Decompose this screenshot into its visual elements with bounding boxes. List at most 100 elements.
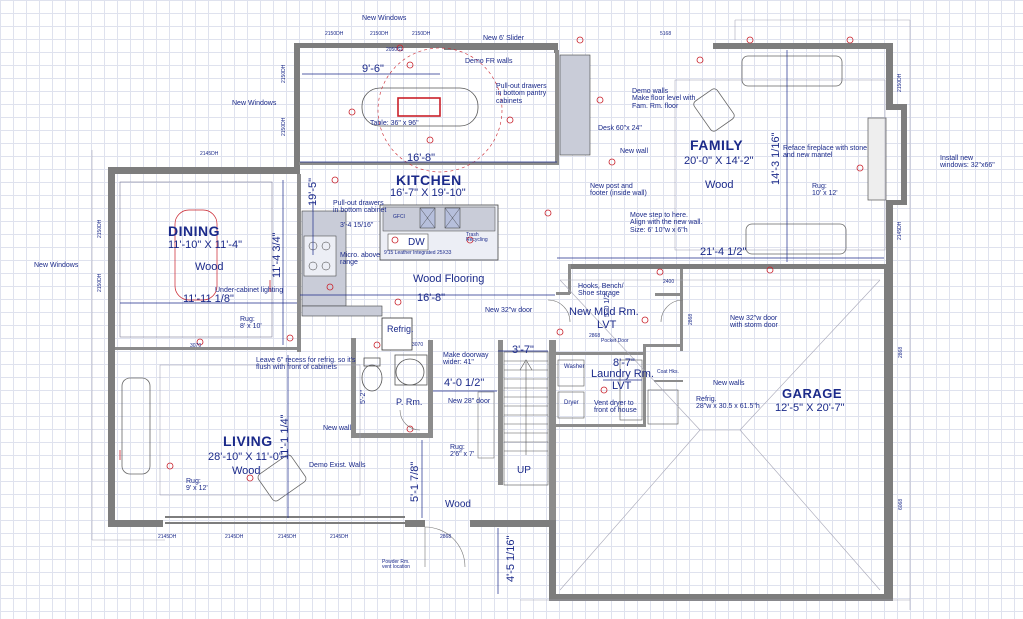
label-pocket-door: Pocket Door <box>601 338 629 344</box>
label-dryer: Dryer <box>564 400 579 406</box>
window-tag: 2145DH <box>330 534 349 540</box>
window-tag: 2150DH <box>897 73 903 92</box>
window-tag: 2150DH <box>281 117 287 136</box>
note-new-walls-laundry: New walls <box>713 380 745 387</box>
stairs <box>477 351 549 486</box>
door-tag: 2868 <box>898 346 904 358</box>
room-size-living: 28'-10" X 11'-0" <box>208 451 283 463</box>
note-rug-hall: Rug: 2'6" x 7' <box>450 444 475 459</box>
dining-table <box>119 181 273 338</box>
note-rug-living: Rug: 9' x 12' <box>186 478 208 493</box>
room-name-family: FAMILY <box>690 137 744 153</box>
room-floor-mud: LVT <box>597 319 617 331</box>
dim-dining-height: 11'-4 3/4" <box>271 232 283 278</box>
room-name-refrig: Refrig. <box>387 324 414 334</box>
window-tag: 2150DH <box>281 64 287 83</box>
window-tag: 2145DH <box>158 534 177 540</box>
note-powder-vent: Powder Rm. vent location <box>382 559 411 571</box>
window-tag: 5168 <box>660 31 672 37</box>
label-sink: 9'15 Leather Integrated 25X33 <box>384 250 452 256</box>
window-tag: 2145DH <box>200 151 219 157</box>
note-new-slider: New 6' Slider <box>483 35 525 42</box>
note-new-windows-left2: New Windows <box>34 262 79 269</box>
dim-laundry-width: 8'-7" <box>613 357 635 369</box>
dim-hall-height: 5'-1 7/8" <box>409 461 421 502</box>
note-rug-family: Rug: 10' x 12' <box>812 183 838 198</box>
room-size-dining: 11'-10" X 11'-4" <box>168 239 242 251</box>
room-name-laundry: Laundry Rm. <box>591 368 654 380</box>
note-new-wall-living: New wall <box>323 425 352 432</box>
note-desk: Desk 60"x 24" <box>598 125 642 132</box>
note-new-32-door: New 32"w door <box>485 307 533 314</box>
dim-kitchen-table-width: 9'-6" <box>362 63 384 75</box>
window-tag: 2150DH <box>412 31 431 37</box>
note-new-windows-left1: New Windows <box>232 100 277 107</box>
window-tag: 2150DH <box>370 31 389 37</box>
door-tag: 2868 <box>440 534 452 540</box>
door-tag: 3070 <box>412 342 424 348</box>
dim-family-width: 21'-4 1/2" <box>700 246 747 258</box>
dim-entry-height: 4'-5 1/16" <box>505 535 517 582</box>
dim-dining-width: 11'-11 1/8" <box>183 293 234 305</box>
note-new-windows-top: New Windows <box>362 15 407 22</box>
room-floor-dining: Wood <box>195 261 224 273</box>
note-under-cab: Under-cabinet lighting <box>215 287 284 294</box>
room-name-living: LIVING <box>223 433 273 449</box>
dim-living-height: 11'-1 1/4" <box>279 414 291 460</box>
room-size-kitchen: 16'-7" X 19'-10" <box>390 187 466 199</box>
door-tag: 2868 <box>688 313 694 325</box>
window-tag: 2150DH <box>325 31 344 37</box>
room-name-dw: DW <box>408 237 425 248</box>
dim-family-height: 14'-3 1/16" <box>770 132 782 186</box>
room-floor-kitchen: Wood Flooring <box>413 273 485 285</box>
note-hooks: Hooks, Bench/ Shoe storage <box>578 283 624 298</box>
room-size-family: 20'-0" X 14'-2" <box>684 155 754 167</box>
label-coat-hooks: Coat Hks. <box>657 369 679 375</box>
dim-hall-width: 4'-0 1/2" <box>444 377 485 389</box>
note-table: Table: 36" x 96" <box>370 120 419 127</box>
door-tag: 2400 <box>663 279 675 285</box>
note-reface: Reface fireplace with stone and new mant… <box>783 145 868 160</box>
note-new-28-door: New 28" door <box>448 398 491 405</box>
note-leave-recess: Leave 6" recess for refrig. so it's flus… <box>256 357 356 372</box>
dim-cabinet: 3'-4 15/16" <box>340 222 374 229</box>
window-tag: 2145DH <box>897 221 903 240</box>
note-rug-dining: Rug: 8' x 10' <box>240 316 262 331</box>
window-tag: 2145DH <box>225 534 244 540</box>
room-name-garage: GARAGE <box>782 386 843 401</box>
label-gfci: GFCI <box>393 214 405 220</box>
note-new-wall-kitchen: New wall <box>620 148 649 155</box>
room-name-powder: P. Rm. <box>396 397 423 407</box>
dim-kitchen-bottom: 16'-8" <box>417 292 446 304</box>
note-demo-exist: Demo Exist. Walls <box>309 462 366 469</box>
room-size-garage: 12'-5" X 20'-7" <box>775 402 845 414</box>
dim-kitchen-side: 19'-5" <box>307 177 319 206</box>
stairs-up-label: UP <box>517 465 531 476</box>
door-tag: 3070 <box>190 343 202 349</box>
note-micro: Micro. above range <box>340 252 381 267</box>
label-washer: Washer <box>564 364 585 370</box>
note-move-step: Move step to here. Align with the new wa… <box>630 212 703 234</box>
note-pullout-bottom: Pull-out drawers in bottom cabinet <box>333 200 387 215</box>
powder-fixtures <box>361 354 428 392</box>
window-tag: 2145DH <box>278 534 297 540</box>
note-vent-dryer: Vent dryer to front of house <box>594 400 637 415</box>
room-name-kitchen: KITCHEN <box>396 172 462 188</box>
note-demo-fr-walls: Demo FR walls <box>465 58 513 65</box>
note-demo-walls: Demo walls Make floor level with Fam. Rm… <box>632 88 696 110</box>
note-refrig-garage: Refrig. 28"w x 30.5 x 61.5"h <box>696 396 760 411</box>
label-trash: Trash Recycling <box>466 232 488 244</box>
dim-stair-width: 3'-7" <box>512 344 534 356</box>
dim-powder-depth: 5'-2" <box>360 390 367 404</box>
door-tag: 2868 <box>589 333 601 339</box>
door-tag: 6068 <box>898 498 904 510</box>
window-tag: 2150DH <box>97 273 103 292</box>
room-name-dining: DINING <box>168 223 220 239</box>
note-make-doorway: Make doorway wider: 41" <box>443 352 489 367</box>
dim-kitchen-top: 16'-8" <box>407 152 436 164</box>
note-pullout-pantry: Pull-out drawers in bottom pantry cabine… <box>496 83 547 105</box>
note-new-32-storm: New 32"w door with storm door <box>730 315 778 330</box>
room-floor-family: Wood <box>705 179 734 191</box>
room-floor-laundry: LVT <box>612 380 632 392</box>
note-new-post: New post and footer (inside wall) <box>590 183 647 198</box>
